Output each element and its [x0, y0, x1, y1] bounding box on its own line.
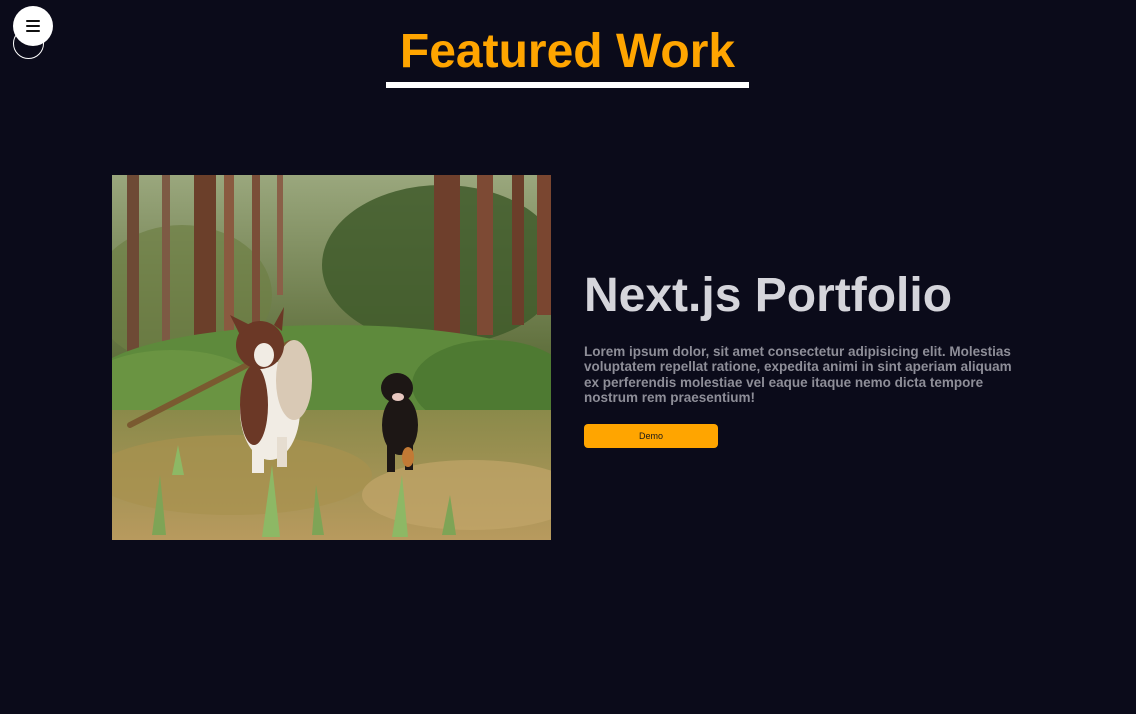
project-image	[112, 175, 551, 540]
project-title: Next.js Portfolio	[584, 269, 953, 322]
demo-button[interactable]: Demo	[584, 424, 718, 449]
project-info: Next.js Portfolio Lorem ipsum dolor, sit…	[584, 268, 1024, 449]
project-description: Lorem ipsum dolor, sit amet consectetur …	[584, 344, 1012, 405]
menu-toggle[interactable]	[13, 6, 53, 62]
section-title: Featured Work	[386, 26, 749, 88]
hamburger-menu-icon	[26, 20, 40, 32]
menu-button[interactable]	[13, 6, 53, 46]
